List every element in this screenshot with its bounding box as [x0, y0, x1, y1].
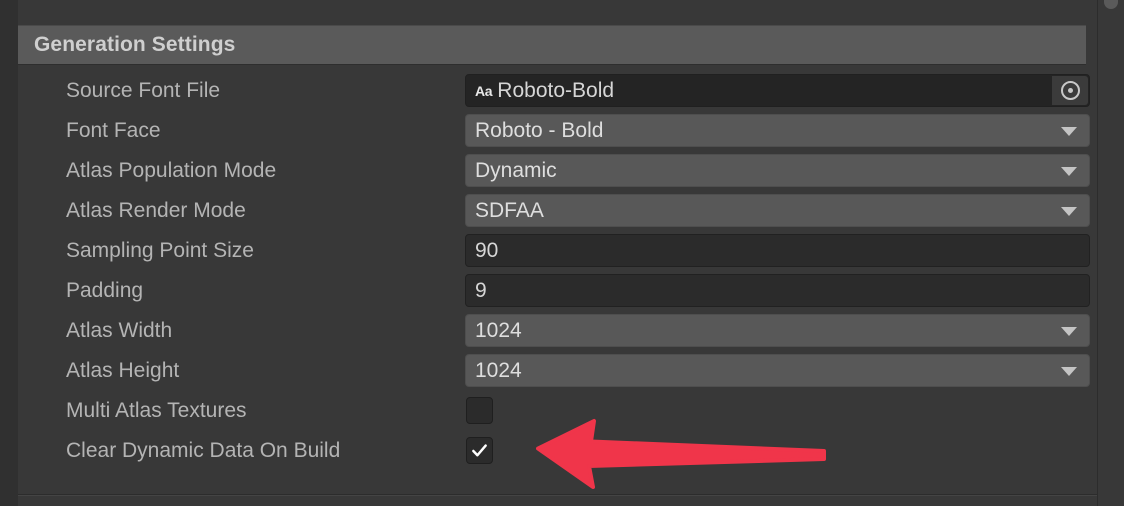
inspector-panel: Generation Settings Source Font File Aa …	[0, 0, 1124, 506]
row-sampling-point-size: Sampling Point Size 90	[0, 231, 1124, 271]
padding-input[interactable]: 9	[465, 274, 1090, 307]
atlas-width-value: 1024	[475, 319, 522, 343]
font-face-value: Roboto - Bold	[475, 119, 603, 143]
source-font-file-object-field[interactable]: Aa Roboto-Bold	[465, 74, 1090, 107]
object-picker-ring	[1061, 81, 1080, 100]
sampling-point-size-input[interactable]: 90	[465, 234, 1090, 267]
object-picker-dot	[1068, 88, 1073, 93]
chevron-down-icon	[1061, 367, 1077, 376]
atlas-render-mode-value: SDFAA	[475, 199, 544, 223]
page-title: Generation Settings	[34, 33, 235, 57]
sampling-point-size-value: 90	[475, 239, 498, 263]
atlas-height-dropdown[interactable]: 1024	[465, 354, 1090, 387]
label-atlas-population-mode: Atlas Population Mode	[66, 151, 276, 191]
row-font-face: Font Face Roboto - Bold	[0, 111, 1124, 151]
atlas-height-value: 1024	[475, 359, 522, 383]
font-face-dropdown[interactable]: Roboto - Bold	[465, 114, 1090, 147]
label-atlas-render-mode: Atlas Render Mode	[66, 191, 246, 231]
label-multi-atlas-textures: Multi Atlas Textures	[66, 391, 247, 431]
label-source-font-file: Source Font File	[66, 71, 220, 111]
source-font-file-value: Roboto-Bold	[497, 79, 614, 103]
chevron-down-icon	[1061, 127, 1077, 136]
checkmark-icon	[470, 441, 489, 460]
atlas-width-dropdown[interactable]: 1024	[465, 314, 1090, 347]
label-font-face: Font Face	[66, 111, 161, 151]
label-sampling-point-size: Sampling Point Size	[66, 231, 254, 271]
generation-settings-header[interactable]: Generation Settings	[18, 25, 1086, 65]
object-picker-icon[interactable]	[1052, 76, 1088, 105]
atlas-population-mode-value: Dynamic	[475, 159, 557, 183]
chevron-down-icon	[1061, 207, 1077, 216]
label-atlas-width: Atlas Width	[66, 311, 172, 351]
property-rows: Source Font File Aa Roboto-Bold Font Fac…	[0, 71, 1124, 471]
row-atlas-render-mode: Atlas Render Mode SDFAA	[0, 191, 1124, 231]
label-padding: Padding	[66, 271, 143, 311]
row-multi-atlas-textures: Multi Atlas Textures	[0, 391, 1124, 431]
scrollbar-track[interactable]	[1104, 0, 1118, 506]
label-atlas-height: Atlas Height	[66, 351, 179, 391]
bottom-divider	[18, 494, 1097, 496]
padding-value: 9	[475, 279, 487, 303]
multi-atlas-textures-checkbox[interactable]	[466, 397, 493, 424]
row-atlas-population-mode: Atlas Population Mode Dynamic	[0, 151, 1124, 191]
row-source-font-file: Source Font File Aa Roboto-Bold	[0, 71, 1124, 111]
chevron-down-icon	[1061, 327, 1077, 336]
clear-dynamic-data-on-build-checkbox[interactable]	[466, 437, 493, 464]
aa-font-icon: Aa	[475, 83, 492, 99]
row-padding: Padding 9	[0, 271, 1124, 311]
chevron-down-icon	[1061, 167, 1077, 176]
row-clear-dynamic-data-on-build: Clear Dynamic Data On Build	[0, 431, 1124, 471]
atlas-render-mode-dropdown[interactable]: SDFAA	[465, 194, 1090, 227]
row-atlas-width: Atlas Width 1024	[0, 311, 1124, 351]
row-atlas-height: Atlas Height 1024	[0, 351, 1124, 391]
label-clear-dynamic-data-on-build: Clear Dynamic Data On Build	[66, 431, 340, 471]
atlas-population-mode-dropdown[interactable]: Dynamic	[465, 154, 1090, 187]
